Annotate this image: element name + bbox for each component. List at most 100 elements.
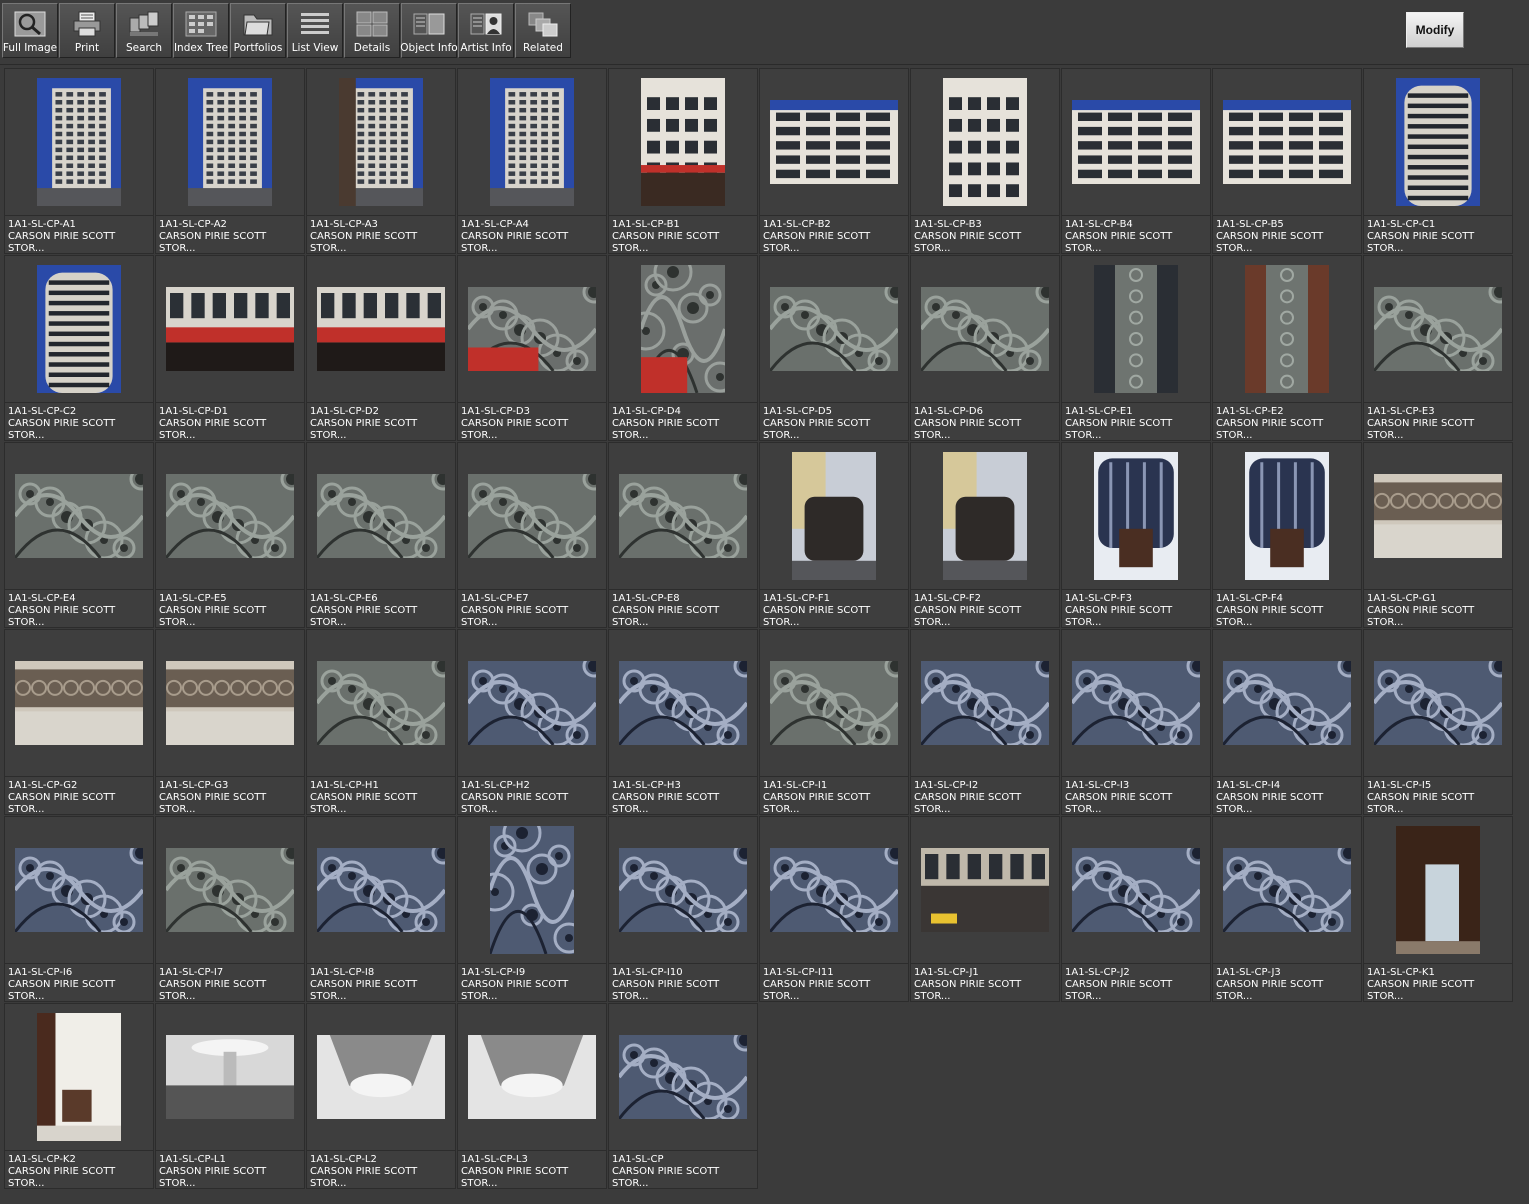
thumbnail-cell[interactable]: 1A1-SL-CP-I9 CARSON PIRIE SCOTT STOR... [457,813,607,1002]
search-button[interactable]: Search [116,3,172,58]
index-tree-button[interactable]: Index Tree [173,3,229,58]
thumbnail-image[interactable] [641,78,725,206]
thumbnail-cell[interactable]: 1A1-SL-CP-F2 CARSON PIRIE SCOTT STOR... [910,442,1060,628]
thumbnail-cell[interactable]: 1A1-SL-CP-G2 CARSON PIRIE SCOTT STOR... [4,629,154,815]
thumbnail-cell[interactable]: 1A1-SL-CP CARSON PIRIE SCOTT STOR... [608,1003,758,1189]
thumbnail-image[interactable] [770,100,898,184]
thumbnail-image[interactable] [617,1028,757,1121]
thumbnail-cell[interactable]: 1A1-SL-CP-I5 CARSON PIRIE SCOTT STOR... [1363,629,1513,815]
thumbnail-cell[interactable]: 1A1-SL-CP-E8 CARSON PIRIE SCOTT STOR... [608,442,758,628]
thumbnail-cell[interactable]: 1A1-SL-CP-D3 CARSON PIRIE SCOTT STOR... [457,255,607,441]
thumbnail-image[interactable] [1245,452,1329,580]
thumbnail-cell[interactable]: 1A1-SL-CP-A3 CARSON PIRIE SCOTT STOR... [306,68,456,254]
thumbnail-cell[interactable]: 1A1-SL-CP-E3 CARSON PIRIE SCOTT STOR... [1363,255,1513,441]
thumbnail-image[interactable] [37,78,121,206]
thumbnail-image[interactable] [315,841,455,934]
thumbnail-cell[interactable]: 1A1-SL-CP-I3 CARSON PIRIE SCOTT STOR... [1061,629,1211,815]
thumbnail-image[interactable] [13,841,153,934]
thumbnail-cell[interactable]: 1A1-SL-CP-H1 CARSON PIRIE SCOTT STOR... [306,629,456,815]
thumbnail-image[interactable] [792,452,876,580]
thumbnail-image[interactable] [617,467,757,560]
thumbnail-cell[interactable]: 1A1-SL-CP-J2 CARSON PIRIE SCOTT STOR... [1061,816,1211,1002]
thumbnail-image[interactable] [1396,78,1480,206]
thumbnail-image[interactable] [466,467,606,560]
modify-button[interactable]: Modify [1406,12,1464,48]
list-view-button[interactable]: List View [287,3,343,58]
thumbnail-cell[interactable]: 1A1-SL-CP-F1 CARSON PIRIE SCOTT STOR... [759,442,909,628]
thumbnail-image[interactable] [919,654,1059,747]
thumbnail-image[interactable] [943,78,1027,206]
details-button[interactable]: Details [344,3,400,58]
thumbnail-cell[interactable]: 1A1-SL-CP-H3 CARSON PIRIE SCOTT STOR... [608,629,758,815]
full-image-button[interactable]: Full Image [2,3,58,58]
thumbnail-cell[interactable]: 1A1-SL-CP-G1 CARSON PIRIE SCOTT STOR... [1363,442,1513,628]
thumbnail-image[interactable] [315,467,455,560]
thumbnail-cell[interactable]: 1A1-SL-CP-K1 CARSON PIRIE SCOTT STOR... [1363,816,1513,1002]
thumbnail-image[interactable] [466,654,606,747]
artist-info-button[interactable]: Artist Info [458,3,514,58]
thumbnail-image[interactable] [468,1035,596,1119]
thumbnail-image[interactable] [1094,452,1178,580]
thumbnail-image[interactable] [1070,654,1210,747]
thumbnail-cell[interactable]: 1A1-SL-CP-L1 CARSON PIRIE SCOTT STOR... [155,1003,305,1189]
thumbnail-image[interactable] [166,287,294,371]
thumbnail-cell[interactable]: 1A1-SL-CP-L2 CARSON PIRIE SCOTT STOR... [306,1003,456,1189]
thumbnail-image[interactable] [921,848,1049,932]
thumbnail-image[interactable] [1072,100,1200,184]
thumbnail-image[interactable] [1094,265,1178,393]
thumbnail-cell[interactable]: 1A1-SL-CP-B5 CARSON PIRIE SCOTT STOR... [1212,68,1362,254]
thumbnail-cell[interactable]: 1A1-SL-CP-D5 CARSON PIRIE SCOTT STOR... [759,255,909,441]
thumbnail-image[interactable] [943,452,1027,580]
thumbnail-image[interactable] [1372,654,1512,747]
thumbnail-cell[interactable]: 1A1-SL-CP-I11 CARSON PIRIE SCOTT STOR... [759,816,909,1002]
thumbnail-cell[interactable]: 1A1-SL-CP-K2 CARSON PIRIE SCOTT STOR... [4,1003,154,1189]
thumbnail-cell[interactable]: 1A1-SL-CP-D2 CARSON PIRIE SCOTT STOR... [306,255,456,441]
thumbnail-cell[interactable]: 1A1-SL-CP-A4 CARSON PIRIE SCOTT STOR... [457,68,607,254]
thumbnail-image[interactable] [1221,841,1361,934]
thumbnail-image[interactable] [617,654,757,747]
thumbnail-cell[interactable]: 1A1-SL-CP-E5 CARSON PIRIE SCOTT STOR... [155,442,305,628]
thumbnail-cell[interactable]: 1A1-SL-CP-D1 CARSON PIRIE SCOTT STOR... [155,255,305,441]
thumbnail-cell[interactable]: 1A1-SL-CP-D6 CARSON PIRIE SCOTT STOR... [910,255,1060,441]
thumbnail-image[interactable] [37,265,121,393]
thumbnail-cell[interactable]: 1A1-SL-CP-F4 CARSON PIRIE SCOTT STOR... [1212,442,1362,628]
thumbnail-cell[interactable]: 1A1-SL-CP-B4 CARSON PIRIE SCOTT STOR... [1061,68,1211,254]
thumbnail-cell[interactable]: 1A1-SL-CP-B2 CARSON PIRIE SCOTT STOR... [759,68,909,254]
thumbnail-cell[interactable]: 1A1-SL-CP-E1 CARSON PIRIE SCOTT STOR... [1061,255,1211,441]
thumbnail-image[interactable] [166,661,294,745]
thumbnail-image[interactable] [919,280,1059,373]
thumbnail-cell[interactable]: 1A1-SL-CP-J3 CARSON PIRIE SCOTT STOR... [1212,816,1362,1002]
thumbnail-image[interactable] [317,1035,445,1119]
thumbnail-image[interactable] [317,287,445,371]
thumbnail-cell[interactable]: 1A1-SL-CP-D4 CARSON PIRIE SCOTT STOR... [608,252,758,441]
thumbnail-cell[interactable]: 1A1-SL-CP-L3 CARSON PIRIE SCOTT STOR... [457,1003,607,1189]
thumbnail-cell[interactable]: 1A1-SL-CP-I1 CARSON PIRIE SCOTT STOR... [759,629,909,815]
thumbnail-cell[interactable]: 1A1-SL-CP-I6 CARSON PIRIE SCOTT STOR... [4,816,154,1002]
portfolios-button[interactable]: Portfolios [230,3,286,58]
thumbnail-image[interactable] [466,280,606,373]
thumbnail-image[interactable] [315,654,455,747]
thumbnail-cell[interactable]: 1A1-SL-CP-E6 CARSON PIRIE SCOTT STOR... [306,442,456,628]
thumbnail-cell[interactable]: 1A1-SL-CP-B3 CARSON PIRIE SCOTT STOR... [910,68,1060,254]
thumbnail-image[interactable] [166,1035,294,1119]
thumbnail-image[interactable] [1223,100,1351,184]
thumbnail-image[interactable] [339,78,423,206]
thumbnail-cell[interactable]: 1A1-SL-CP-I8 CARSON PIRIE SCOTT STOR... [306,816,456,1002]
thumbnail-image[interactable] [617,841,757,934]
thumbnail-cell[interactable]: 1A1-SL-CP-E7 CARSON PIRIE SCOTT STOR... [457,442,607,628]
thumbnail-cell[interactable]: 1A1-SL-CP-C1 CARSON PIRIE SCOTT STOR... [1363,68,1513,254]
thumbnail-image[interactable] [1245,265,1329,393]
thumbnail-image[interactable] [475,813,585,955]
related-button[interactable]: Related [515,3,571,58]
thumbnail-image[interactable] [13,467,153,560]
thumbnail-image[interactable] [15,661,143,745]
thumbnail-image[interactable] [768,280,908,373]
print-button[interactable]: Print [59,3,115,58]
thumbnail-image[interactable] [768,654,908,747]
thumbnail-image[interactable] [1374,474,1502,558]
thumbnail-cell[interactable]: 1A1-SL-CP-J1 CARSON PIRIE SCOTT STOR... [910,816,1060,1002]
thumbnail-image[interactable] [1372,280,1512,373]
object-info-button[interactable]: Object Info [400,3,458,58]
thumbnail-image[interactable] [188,78,272,206]
thumbnail-cell[interactable]: 1A1-SL-CP-I4 CARSON PIRIE SCOTT STOR... [1212,629,1362,815]
